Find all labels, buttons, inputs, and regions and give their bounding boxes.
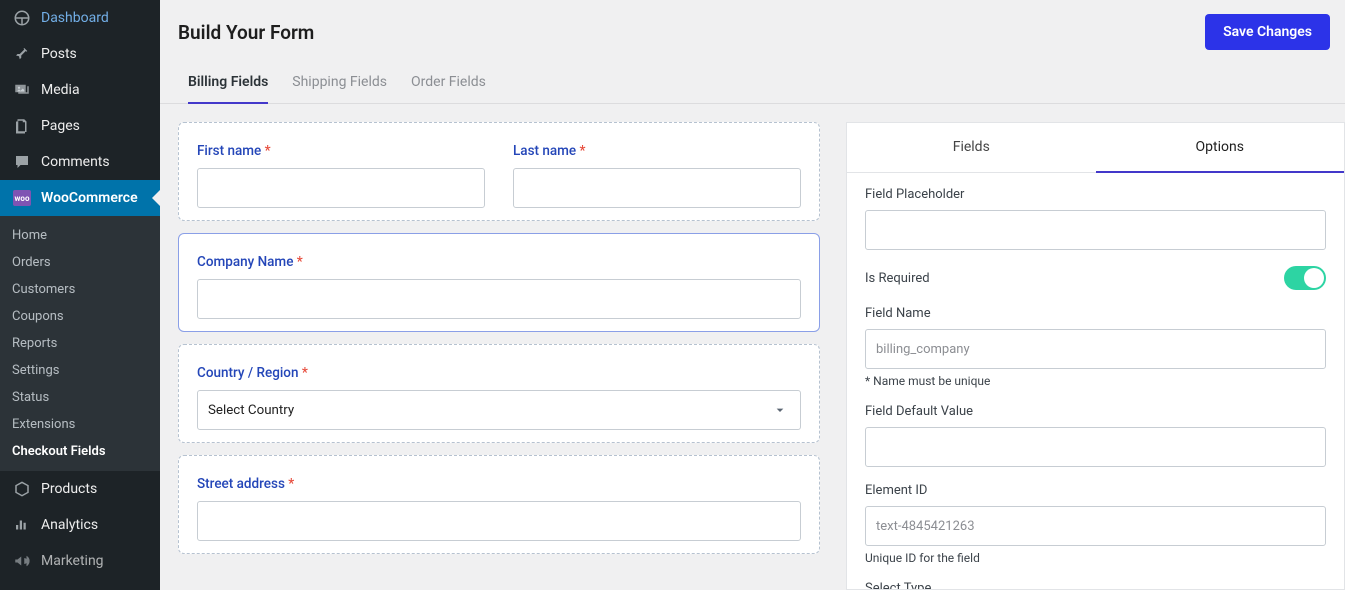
main-content: Build Your Form Save Changes Billing Fie… xyxy=(160,0,1345,590)
sidebar-item-comments[interactable]: Comments xyxy=(0,144,160,180)
field-name-input[interactable] xyxy=(865,329,1326,369)
menu-label: Posts xyxy=(41,46,77,62)
submenu-home[interactable]: Home xyxy=(0,222,160,249)
required-star: * xyxy=(297,254,303,270)
is-required-toggle[interactable] xyxy=(1284,266,1326,290)
element-id-label: Element ID xyxy=(865,483,1326,498)
woocommerce-submenu: Home Orders Customers Coupons Reports Se… xyxy=(0,216,160,471)
page-header: Build Your Form Save Changes xyxy=(160,0,1345,50)
side-tab-options[interactable]: Options xyxy=(1096,123,1345,173)
field-group-company[interactable]: Company Name * xyxy=(178,233,820,332)
submenu-checkout-fields[interactable]: Checkout Fields xyxy=(0,438,160,465)
side-tab-fields[interactable]: Fields xyxy=(847,123,1096,172)
field-group-street[interactable]: Street address * xyxy=(178,455,820,554)
field-label: Last name * xyxy=(513,143,801,159)
submenu-extensions[interactable]: Extensions xyxy=(0,411,160,438)
analytics-icon xyxy=(12,515,32,535)
sidebar-item-dashboard[interactable]: Dashboard xyxy=(0,0,160,36)
box-icon xyxy=(12,479,32,499)
sidebar-item-media[interactable]: Media xyxy=(0,72,160,108)
company-input[interactable] xyxy=(197,279,801,319)
field-group-name[interactable]: First name * Last name * xyxy=(178,122,820,221)
field-label: Company Name * xyxy=(197,254,801,270)
options-panel: Fields Options Field Placeholder Is Requ… xyxy=(846,122,1345,590)
country-select[interactable]: Select Country xyxy=(197,390,801,430)
megaphone-icon xyxy=(12,551,32,571)
form-builder: First name * Last name * Company Name * xyxy=(178,122,820,590)
menu-label: Marketing xyxy=(41,553,104,569)
submenu-orders[interactable]: Orders xyxy=(0,249,160,276)
field-label: Street address * xyxy=(197,476,801,492)
first-name-input[interactable] xyxy=(197,168,485,208)
field-name-hint: * Name must be unique xyxy=(865,374,1326,388)
element-id-input[interactable] xyxy=(865,506,1326,546)
placeholder-label: Field Placeholder xyxy=(865,187,1326,202)
sidebar-item-marketing[interactable]: Marketing xyxy=(0,543,160,579)
required-star: * xyxy=(302,365,308,381)
side-tabs: Fields Options xyxy=(847,123,1344,173)
menu-label: Media xyxy=(41,82,80,98)
menu-label: Products xyxy=(41,481,97,497)
last-name-input[interactable] xyxy=(513,168,801,208)
admin-sidebar: Dashboard Posts Media Pages Comments woo… xyxy=(0,0,160,590)
form-tabs: Billing Fields Shipping Fields Order Fie… xyxy=(160,50,1345,104)
page-title: Build Your Form xyxy=(178,21,314,44)
street-field: Street address * xyxy=(197,476,801,541)
submenu-customers[interactable]: Customers xyxy=(0,276,160,303)
company-field: Company Name * xyxy=(197,254,801,319)
menu-label: WooCommerce xyxy=(41,190,138,206)
submenu-settings[interactable]: Settings xyxy=(0,357,160,384)
submenu-status[interactable]: Status xyxy=(0,384,160,411)
first-name-field: First name * xyxy=(197,143,485,208)
select-type-label: Select Type xyxy=(865,581,1326,590)
tab-shipping-fields[interactable]: Shipping Fields xyxy=(292,74,387,104)
side-body: Field Placeholder Is Required Field Name… xyxy=(847,173,1344,590)
menu-label: Pages xyxy=(41,118,80,134)
field-label: Country / Region * xyxy=(197,365,801,381)
is-required-label: Is Required xyxy=(865,271,930,286)
field-label: First name * xyxy=(197,143,485,159)
tab-order-fields[interactable]: Order Fields xyxy=(411,74,486,104)
field-group-country[interactable]: Country / Region * Select Country xyxy=(178,344,820,443)
pages-icon xyxy=(12,116,32,136)
media-icon xyxy=(12,80,32,100)
dashboard-icon xyxy=(12,8,32,28)
placeholder-input[interactable] xyxy=(865,210,1326,250)
menu-label: Dashboard xyxy=(41,10,109,26)
last-name-field: Last name * xyxy=(513,143,801,208)
element-id-hint: Unique ID for the field xyxy=(865,551,1326,565)
sidebar-item-products[interactable]: Products xyxy=(0,471,160,507)
submenu-coupons[interactable]: Coupons xyxy=(0,303,160,330)
pin-icon xyxy=(12,44,32,64)
save-button[interactable]: Save Changes xyxy=(1205,14,1330,50)
required-star: * xyxy=(265,143,271,159)
sidebar-item-analytics[interactable]: Analytics xyxy=(0,507,160,543)
menu-label: Analytics xyxy=(41,517,98,533)
default-value-input[interactable] xyxy=(865,427,1326,467)
woocommerce-icon: woo xyxy=(12,188,32,208)
comment-icon xyxy=(12,152,32,172)
field-name-label: Field Name xyxy=(865,306,1326,321)
sidebar-item-woocommerce[interactable]: woo WooCommerce xyxy=(0,180,160,216)
required-star: * xyxy=(580,143,586,159)
menu-label: Comments xyxy=(41,154,110,170)
sidebar-item-pages[interactable]: Pages xyxy=(0,108,160,144)
content-area: First name * Last name * Company Name * xyxy=(160,104,1345,590)
required-star: * xyxy=(288,476,294,492)
tab-billing-fields[interactable]: Billing Fields xyxy=(188,74,268,104)
street-input[interactable] xyxy=(197,501,801,541)
sidebar-item-posts[interactable]: Posts xyxy=(0,36,160,72)
country-field: Country / Region * Select Country xyxy=(197,365,801,430)
submenu-reports[interactable]: Reports xyxy=(0,330,160,357)
default-value-label: Field Default Value xyxy=(865,404,1326,419)
